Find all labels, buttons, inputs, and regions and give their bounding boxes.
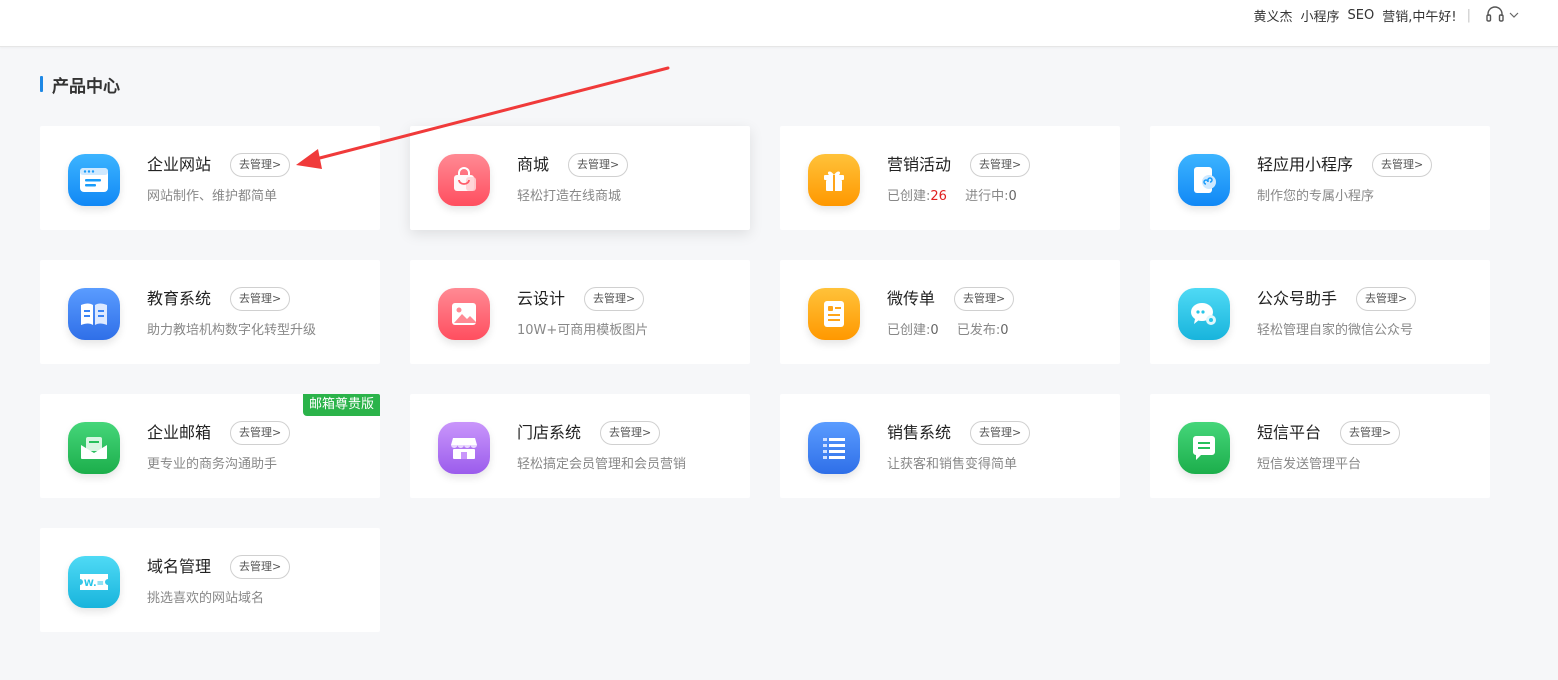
product-card-education[interactable]: 教育系统 去管理> 助力教培机构数字化转型升级	[40, 260, 380, 364]
card-description: 10W+可商用模板图片	[517, 323, 649, 338]
mail-icon	[68, 422, 120, 474]
website-icon	[68, 154, 120, 206]
card-title: 云设计	[517, 289, 566, 308]
greeting-text: ,中午好!	[1408, 9, 1457, 25]
book-icon	[68, 288, 120, 340]
card-description: 助力教培机构数字化转型升级	[147, 323, 317, 338]
card-title: 企业邮箱	[147, 423, 212, 442]
greeting: 营销,中午好!	[1382, 6, 1456, 25]
card-description: 制作您的专属小程序	[1257, 189, 1375, 204]
section-title-text: 产品中心	[52, 76, 120, 97]
svg-text:W.=: W.=	[84, 579, 104, 589]
manage-button[interactable]: 去管理>	[230, 555, 291, 579]
card-description: 轻松打造在线商城	[517, 189, 622, 204]
manage-button[interactable]: 去管理>	[1340, 421, 1401, 445]
headset-icon	[1486, 6, 1504, 22]
domain-icon: W.=	[68, 556, 120, 608]
separator: |	[1466, 7, 1471, 23]
store-icon	[438, 422, 490, 474]
sms-icon	[1178, 422, 1230, 474]
card-description: 更专业的商务沟通助手	[147, 457, 278, 472]
gift-icon	[808, 154, 860, 206]
manage-button[interactable]: 去管理>	[600, 421, 661, 445]
created-count: 26	[930, 189, 947, 204]
product-card-mall[interactable]: 商城 去管理> 轻松打造在线商城	[410, 126, 750, 230]
nav-link-seo[interactable]: SEO	[1348, 8, 1375, 23]
card-description: 让获客和销售变得简单	[887, 457, 1018, 472]
wechat-icon	[1178, 288, 1230, 340]
top-bar: 黄义杰 小程序 SEO 营销,中午好! |	[0, 0, 1558, 47]
user-name[interactable]: 黄义杰	[1254, 6, 1293, 25]
product-card-official-account[interactable]: 公众号助手 去管理> 轻松管理自家的微信公众号	[1150, 260, 1490, 364]
manage-button[interactable]: 去管理>	[568, 153, 629, 177]
card-description: 轻松管理自家的微信公众号	[1257, 323, 1414, 338]
product-card-website[interactable]: 企业网站 去管理> 网站制作、维护都简单	[40, 126, 380, 230]
product-card-enterprise-mail[interactable]: 邮箱尊贵版 企业邮箱 去管理> 更专业的商务沟通助手	[40, 394, 380, 498]
card-description: 短信发送管理平台	[1257, 457, 1362, 472]
published-label: 已发布:	[956, 323, 1001, 338]
manage-button[interactable]: 去管理>	[970, 153, 1031, 177]
mini-program-icon	[1178, 154, 1230, 206]
card-title: 公众号助手	[1257, 289, 1338, 308]
card-title: 营销活动	[887, 155, 952, 174]
published-count: 0	[1000, 323, 1009, 338]
image-icon	[438, 288, 490, 340]
card-title: 企业网站	[147, 155, 212, 174]
product-card-mini-program[interactable]: 轻应用小程序 去管理> 制作您的专属小程序	[1150, 126, 1490, 230]
card-description: 轻松搞定会员管理和会员营销	[517, 457, 687, 472]
nav-link-mini-program[interactable]: 小程序	[1301, 6, 1340, 25]
customer-service-menu[interactable]	[1485, 6, 1520, 24]
product-card-marketing[interactable]: 营销活动 去管理> 已创建:26 进行中:0	[780, 126, 1120, 230]
list-icon	[808, 422, 860, 474]
manage-button[interactable]: 去管理>	[584, 287, 645, 311]
nav-link-marketing[interactable]: 营销	[1382, 10, 1408, 25]
top-bar-user-area: 黄义杰 小程序 SEO 营销,中午好! |	[1246, 0, 1521, 30]
card-description: 已创建:26 进行中:0	[887, 188, 1017, 206]
running-count: 0	[1008, 189, 1017, 204]
flyer-icon	[808, 288, 860, 340]
manage-button[interactable]: 去管理>	[1372, 153, 1433, 177]
manage-button[interactable]: 去管理>	[230, 421, 291, 445]
card-title: 教育系统	[147, 289, 212, 308]
product-card-store[interactable]: 门店系统 去管理> 轻松搞定会员管理和会员营销	[410, 394, 750, 498]
product-card-cloud-design[interactable]: 云设计 去管理> 10W+可商用模板图片	[410, 260, 750, 364]
card-description: 网站制作、维护都简单	[147, 189, 278, 204]
product-card-domain[interactable]: W.= 域名管理 去管理> 挑选喜欢的网站域名	[40, 528, 380, 632]
product-card-flyer[interactable]: 微传单 去管理> 已创建:0 已发布:0	[780, 260, 1120, 364]
manage-button[interactable]: 去管理>	[230, 287, 291, 311]
manage-button[interactable]: 去管理>	[970, 421, 1031, 445]
product-card-sales[interactable]: 销售系统 去管理> 让获客和销售变得简单	[780, 394, 1120, 498]
created-count: 0	[930, 323, 939, 338]
created-label: 已创建:	[887, 323, 931, 338]
card-description: 已创建:0 已发布:0	[887, 322, 1008, 340]
section-title-bar	[40, 76, 43, 92]
card-title: 微传单	[887, 289, 936, 308]
running-label: 进行中:	[965, 189, 1009, 204]
chevron-down-icon	[1509, 12, 1519, 18]
card-title: 短信平台	[1257, 423, 1322, 442]
premium-badge: 邮箱尊贵版	[302, 394, 380, 416]
card-title: 销售系统	[887, 423, 952, 442]
manage-button[interactable]: 去管理>	[1356, 287, 1417, 311]
card-description: 挑选喜欢的网站域名	[147, 591, 265, 606]
product-card-sms[interactable]: 短信平台 去管理> 短信发送管理平台	[1150, 394, 1490, 498]
card-title: 门店系统	[517, 423, 582, 442]
manage-button[interactable]: 去管理>	[230, 153, 291, 177]
section-title: 产品中心	[40, 74, 120, 97]
card-title: 商城	[517, 155, 550, 174]
shopping-bag-icon	[438, 154, 490, 206]
manage-button[interactable]: 去管理>	[954, 287, 1015, 311]
card-title: 域名管理	[147, 557, 212, 576]
created-label: 已创建:	[887, 189, 931, 204]
card-title: 轻应用小程序	[1257, 155, 1354, 174]
